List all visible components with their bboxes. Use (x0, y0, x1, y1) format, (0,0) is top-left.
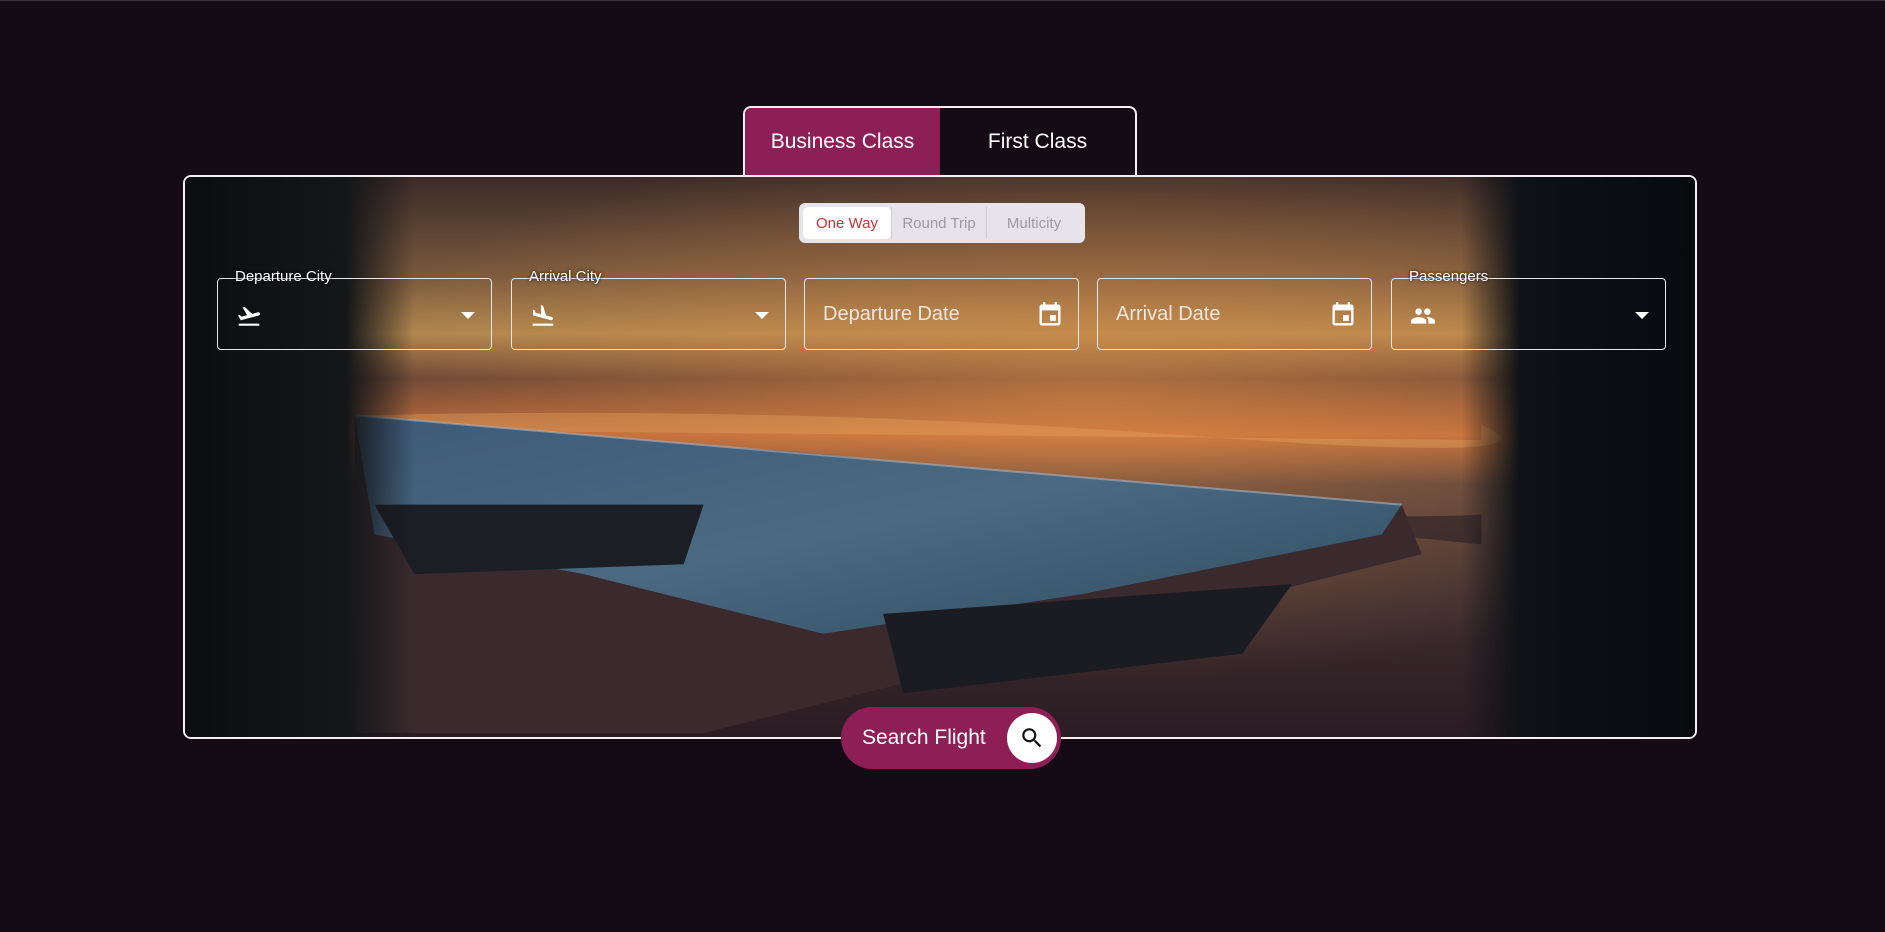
calendar-icon[interactable] (1329, 301, 1357, 329)
chevron-down-icon (1635, 312, 1649, 319)
people-icon (1411, 308, 1435, 324)
search-icon-wrapper (1007, 713, 1057, 763)
tab-first-class[interactable]: First Class (940, 108, 1135, 176)
chevron-down-icon (461, 312, 475, 319)
arrival-city-select[interactable]: Arrival City (511, 268, 786, 350)
departure-date-input[interactable]: Departure Date (804, 278, 1079, 350)
trip-multicity[interactable]: Multicity (986, 207, 1081, 239)
arrival-date-input[interactable]: Arrival Date (1097, 278, 1372, 350)
search-flight-label: Search Flight (862, 726, 986, 749)
airplane-wing-sunset-image (185, 177, 1695, 737)
flight-search-card: One Way Round Trip Multicity Departure C… (183, 175, 1697, 739)
window-top-border (0, 0, 1885, 1)
chevron-down-icon (755, 312, 769, 319)
trip-one-way[interactable]: One Way (803, 207, 891, 239)
calendar-icon[interactable] (1036, 301, 1064, 329)
search-flight-button[interactable]: Search Flight (841, 707, 1061, 769)
flight-takeoff-icon (237, 306, 260, 326)
tab-business-class[interactable]: Business Class (745, 108, 940, 176)
departure-city-select[interactable]: Departure City (217, 268, 492, 350)
search-icon (1022, 728, 1042, 748)
passengers-select[interactable]: Passengers (1391, 268, 1666, 350)
passengers-label: Passengers (1404, 268, 1494, 285)
trip-round-trip[interactable]: Round Trip (891, 207, 986, 239)
departure-date-placeholder: Departure Date (823, 303, 960, 325)
arrival-date-placeholder: Arrival Date (1116, 303, 1221, 325)
trip-type-toggle: One Way Round Trip Multicity (799, 203, 1085, 243)
cabin-class-tabs: Business Class First Class (743, 106, 1137, 176)
arrival-city-label: Arrival City (524, 268, 607, 285)
flight-land-icon (532, 305, 554, 326)
departure-city-label: Departure City (230, 268, 337, 285)
